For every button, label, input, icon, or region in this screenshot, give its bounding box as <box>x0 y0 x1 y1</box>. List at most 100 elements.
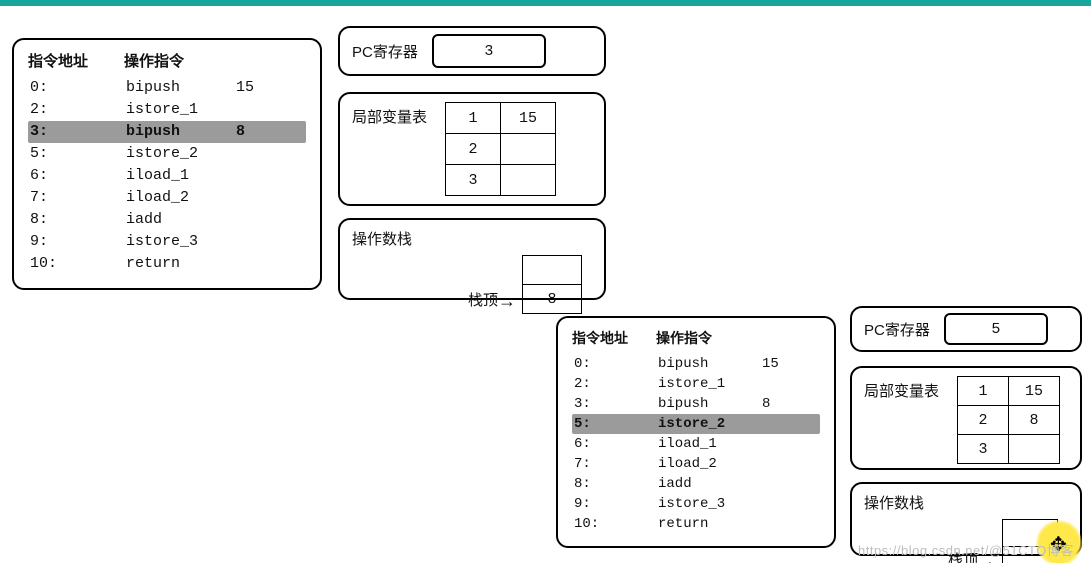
instruction-row: 0:bipush15 <box>28 77 306 99</box>
instr-arg <box>236 165 286 187</box>
lvt-row: 28 <box>958 406 1060 435</box>
pc-label: PC寄存器 <box>864 319 930 340</box>
lvt-slot: 2 <box>446 134 501 165</box>
instr-op: bipush <box>126 77 236 99</box>
pc-value: 3 <box>484 43 493 60</box>
instr-op: bipush <box>126 121 236 143</box>
stack-cell <box>523 256 582 285</box>
stack-label: 操作数栈 <box>352 228 592 249</box>
instruction-row: 0:bipush15 <box>572 354 820 374</box>
lvt-row: 3 <box>958 435 1060 464</box>
stack-cell <box>1003 520 1058 547</box>
instr-op: return <box>658 514 762 534</box>
instr-arg <box>762 434 808 454</box>
instruction-row: 9:istore_3 <box>572 494 820 514</box>
instr-addr: 10: <box>30 253 126 275</box>
instr-arg <box>762 454 808 474</box>
instr-arg <box>762 494 808 514</box>
instr-op: iload_2 <box>658 454 762 474</box>
instruction-row: 7:iload_2 <box>572 454 820 474</box>
stack-row <box>1003 520 1058 547</box>
stack-label: 操作数栈 <box>864 492 1068 513</box>
stack-table-2 <box>1002 519 1058 563</box>
lvt-row: 115 <box>958 377 1060 406</box>
lvt-val <box>1009 435 1060 464</box>
instruction-rows-1: 0:bipush152:istore_13:bipush85:istore_26… <box>28 77 306 275</box>
instr-addr: 8: <box>30 209 126 231</box>
stack-row <box>523 256 582 285</box>
pc-label: PC寄存器 <box>352 41 418 62</box>
instr-arg: 15 <box>762 354 808 374</box>
instruction-rows-2: 0:bipush152:istore_13:bipush85:istore_26… <box>572 354 820 534</box>
arrow-right-icon: → <box>978 552 996 563</box>
lvt-label: 局部变量表 <box>352 102 427 127</box>
instruction-row: 6:iload_1 <box>572 434 820 454</box>
instruction-row: 7:iload_2 <box>28 187 306 209</box>
instr-arg: 15 <box>236 77 286 99</box>
instr-addr: 7: <box>30 187 126 209</box>
lvt-val: 15 <box>501 103 556 134</box>
lvt-slot: 1 <box>446 103 501 134</box>
instr-arg <box>236 231 286 253</box>
instr-addr: 2: <box>574 374 658 394</box>
instruction-row: 3:bipush8 <box>572 394 820 414</box>
instr-op: istore_3 <box>126 231 236 253</box>
pc-register-panel-1: PC寄存器 3 <box>338 26 606 76</box>
instr-op: iload_1 <box>658 434 762 454</box>
instr-arg <box>236 187 286 209</box>
arrow-right-icon: → <box>498 292 516 310</box>
instr-addr: 2: <box>30 99 126 121</box>
lvt-slot: 2 <box>958 406 1009 435</box>
instruction-panel-2: 指令地址 操作指令 0:bipush152:istore_13:bipush85… <box>556 316 836 548</box>
lvt-val: 8 <box>1009 406 1060 435</box>
instr-arg <box>236 143 286 165</box>
instr-addr: 0: <box>574 354 658 374</box>
lvt-slot: 3 <box>958 435 1009 464</box>
instr-op: istore_1 <box>658 374 762 394</box>
pc-value-box: 3 <box>432 34 546 68</box>
instr-op: iload_1 <box>126 165 236 187</box>
lvt-val <box>501 134 556 165</box>
instruction-panel-1: 指令地址 操作指令 0:bipush152:istore_13:bipush85… <box>12 38 322 290</box>
col-header-op: 操作指令 <box>124 50 234 71</box>
pc-value-box: 5 <box>944 313 1048 345</box>
instr-arg <box>762 514 808 534</box>
instr-addr: 5: <box>574 414 658 434</box>
pc-register-panel-2: PC寄存器 5 <box>850 306 1082 352</box>
instr-arg <box>236 253 286 275</box>
stack-top-label: 栈顶→ <box>948 549 996 563</box>
instr-addr: 5: <box>30 143 126 165</box>
lvt-row: 2 <box>446 134 556 165</box>
col-header-arg <box>760 328 806 348</box>
stack-table-1: 8 <box>522 255 582 314</box>
instr-addr: 7: <box>574 454 658 474</box>
instr-addr: 10: <box>574 514 658 534</box>
instruction-row: 3:bipush8 <box>28 121 306 143</box>
instruction-row: 10:return <box>572 514 820 534</box>
instr-op: iadd <box>658 474 762 494</box>
instr-addr: 9: <box>30 231 126 253</box>
instruction-row: 9:istore_3 <box>28 231 306 253</box>
instruction-row: 8:iadd <box>28 209 306 231</box>
instruction-row: 10:return <box>28 253 306 275</box>
instr-addr: 8: <box>574 474 658 494</box>
stack-top-label: 栈顶→ <box>468 289 516 314</box>
stack-cell: 8 <box>523 285 582 314</box>
instr-op: istore_3 <box>658 494 762 514</box>
instr-op: istore_1 <box>126 99 236 121</box>
operand-stack-panel-2: 操作数栈 栈顶→ <box>850 482 1082 556</box>
instr-arg <box>236 209 286 231</box>
instr-op: iadd <box>126 209 236 231</box>
instruction-row: 6:iload_1 <box>28 165 306 187</box>
local-var-panel-1: 局部变量表 11523 <box>338 92 606 206</box>
instr-op: bipush <box>658 354 762 374</box>
instr-addr: 6: <box>30 165 126 187</box>
instruction-row: 2:istore_1 <box>572 374 820 394</box>
instr-addr: 3: <box>30 121 126 143</box>
lvt-row: 115 <box>446 103 556 134</box>
instr-arg <box>762 414 808 434</box>
instr-op: bipush <box>658 394 762 414</box>
lvt-row: 3 <box>446 165 556 196</box>
instr-addr: 6: <box>574 434 658 454</box>
instr-op: iload_2 <box>126 187 236 209</box>
